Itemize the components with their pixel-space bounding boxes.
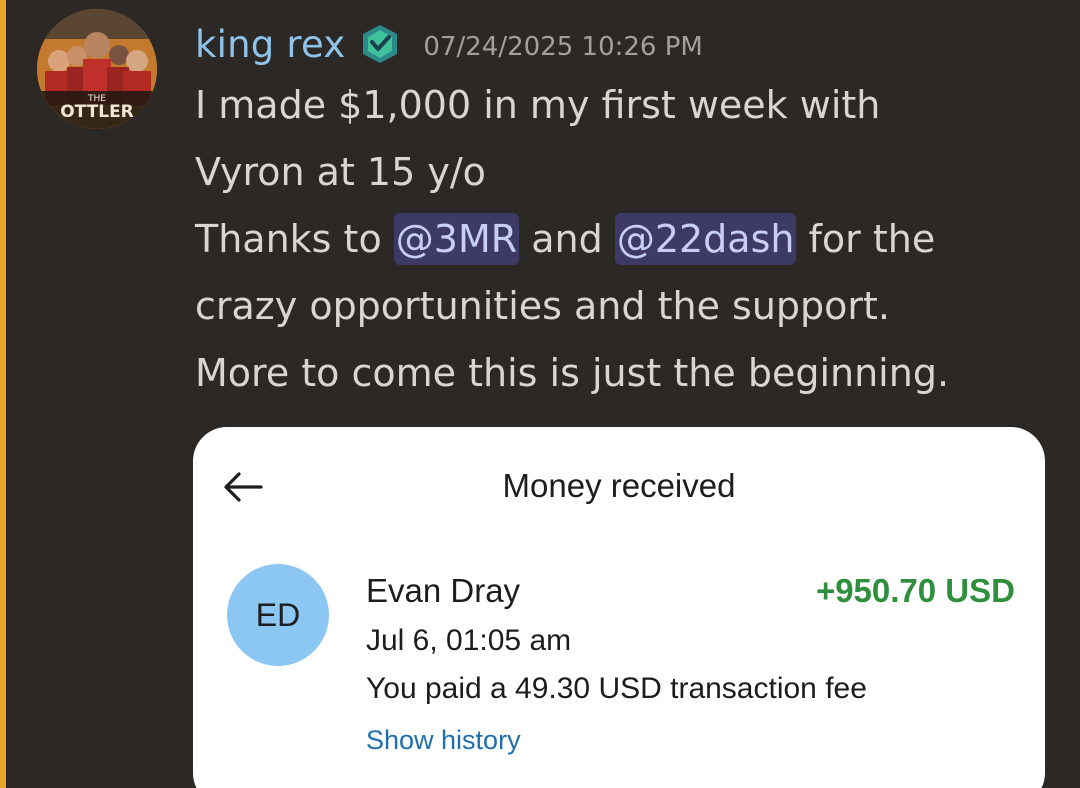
- message-text: and: [519, 217, 615, 261]
- message-line: Thanks to @3MR and @22dash for the: [195, 206, 1055, 273]
- user-mention-3mr[interactable]: @3MR: [393, 213, 520, 265]
- show-history-link: Show history: [366, 725, 521, 755]
- message-timestamp[interactable]: 07/24/2025 10:26 PM: [423, 26, 702, 62]
- message-header: king rex 07/24/2025 10:26 PM: [195, 14, 703, 74]
- avatar-brand-text: OTTLER: [60, 102, 134, 122]
- message-highlight-rail: [0, 0, 6, 788]
- received-amount: +950.70 USD: [815, 572, 1015, 609]
- transaction-fee-text: You paid a 49.30 USD transaction fee: [366, 672, 867, 705]
- sender-initials-avatar: ED: [227, 564, 329, 666]
- message-line: Vyron at 15 y/o: [195, 150, 486, 194]
- user-mention-22dash[interactable]: @22dash: [614, 213, 797, 265]
- payment-screen-title: Money received: [502, 467, 736, 504]
- image-attachment-payment-screenshot[interactable]: Money received ED Evan Dray +950.70 USD …: [193, 427, 1045, 788]
- message-body: I made $1,000 in my first week with Vyro…: [195, 72, 1055, 407]
- username[interactable]: king rex: [195, 23, 345, 66]
- message-text: Thanks to: [195, 217, 394, 261]
- transaction-date: Jul 6, 01:05 am: [366, 624, 572, 657]
- message-line: I made $1,000 in my first week with: [195, 83, 881, 127]
- message-line: More to come this is just the beginning.: [195, 351, 950, 395]
- message-text: for the: [796, 217, 936, 261]
- user-avatar[interactable]: THE OTTLER: [37, 9, 157, 129]
- sender-name: Evan Dray: [366, 572, 521, 609]
- server-badge-icon[interactable]: [359, 23, 401, 65]
- message-line: crazy opportunities and the support.: [195, 284, 891, 328]
